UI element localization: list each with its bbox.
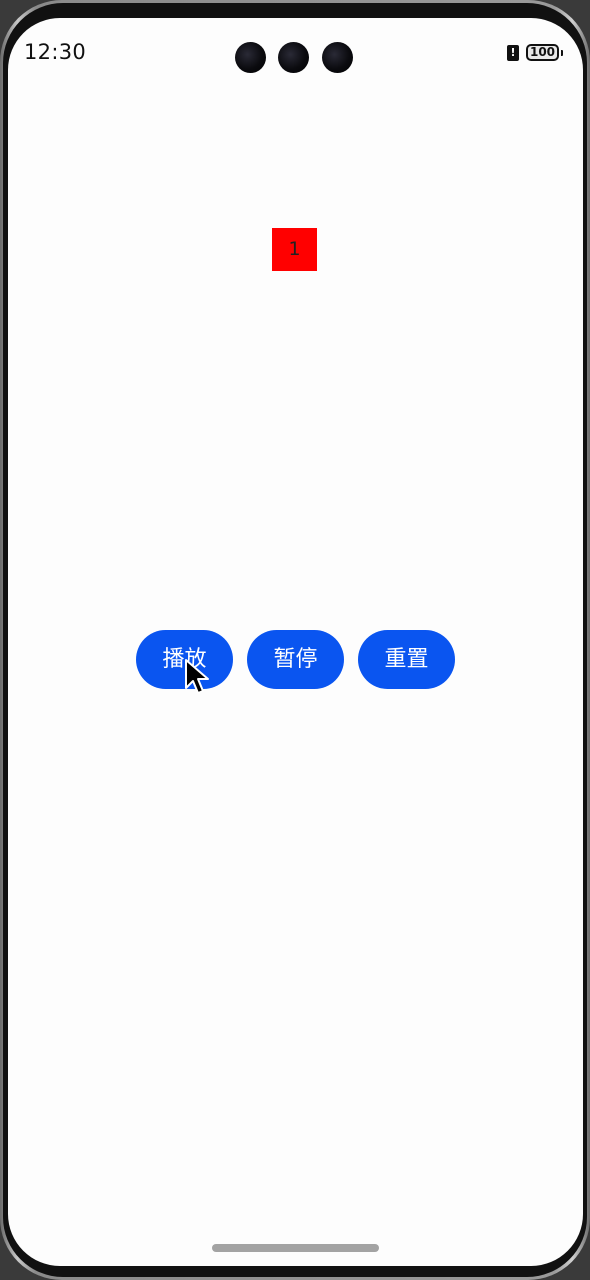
phone-frame: 12:30 ! 100 1 播放 暂停 重置 bbox=[0, 0, 590, 1280]
status-bar-time: 12:30 bbox=[24, 40, 87, 64]
screen: 12:30 ! 100 1 播放 暂停 重置 bbox=[8, 18, 583, 1266]
counter-display: 1 bbox=[272, 228, 317, 271]
mouse-pointer-icon bbox=[185, 659, 209, 694]
camera-lens-icon bbox=[235, 42, 266, 73]
battery-tip bbox=[561, 49, 563, 56]
camera-lens-icon bbox=[278, 42, 309, 73]
reset-button[interactable]: 重置 bbox=[358, 630, 455, 689]
pause-button[interactable]: 暂停 bbox=[247, 630, 344, 689]
camera-lens-icon bbox=[322, 42, 353, 73]
status-bar-indicators: ! 100 bbox=[507, 44, 563, 61]
battery-icon: 100 bbox=[526, 44, 559, 61]
exclamation-icon: ! bbox=[507, 44, 519, 61]
home-indicator[interactable] bbox=[212, 1244, 379, 1252]
